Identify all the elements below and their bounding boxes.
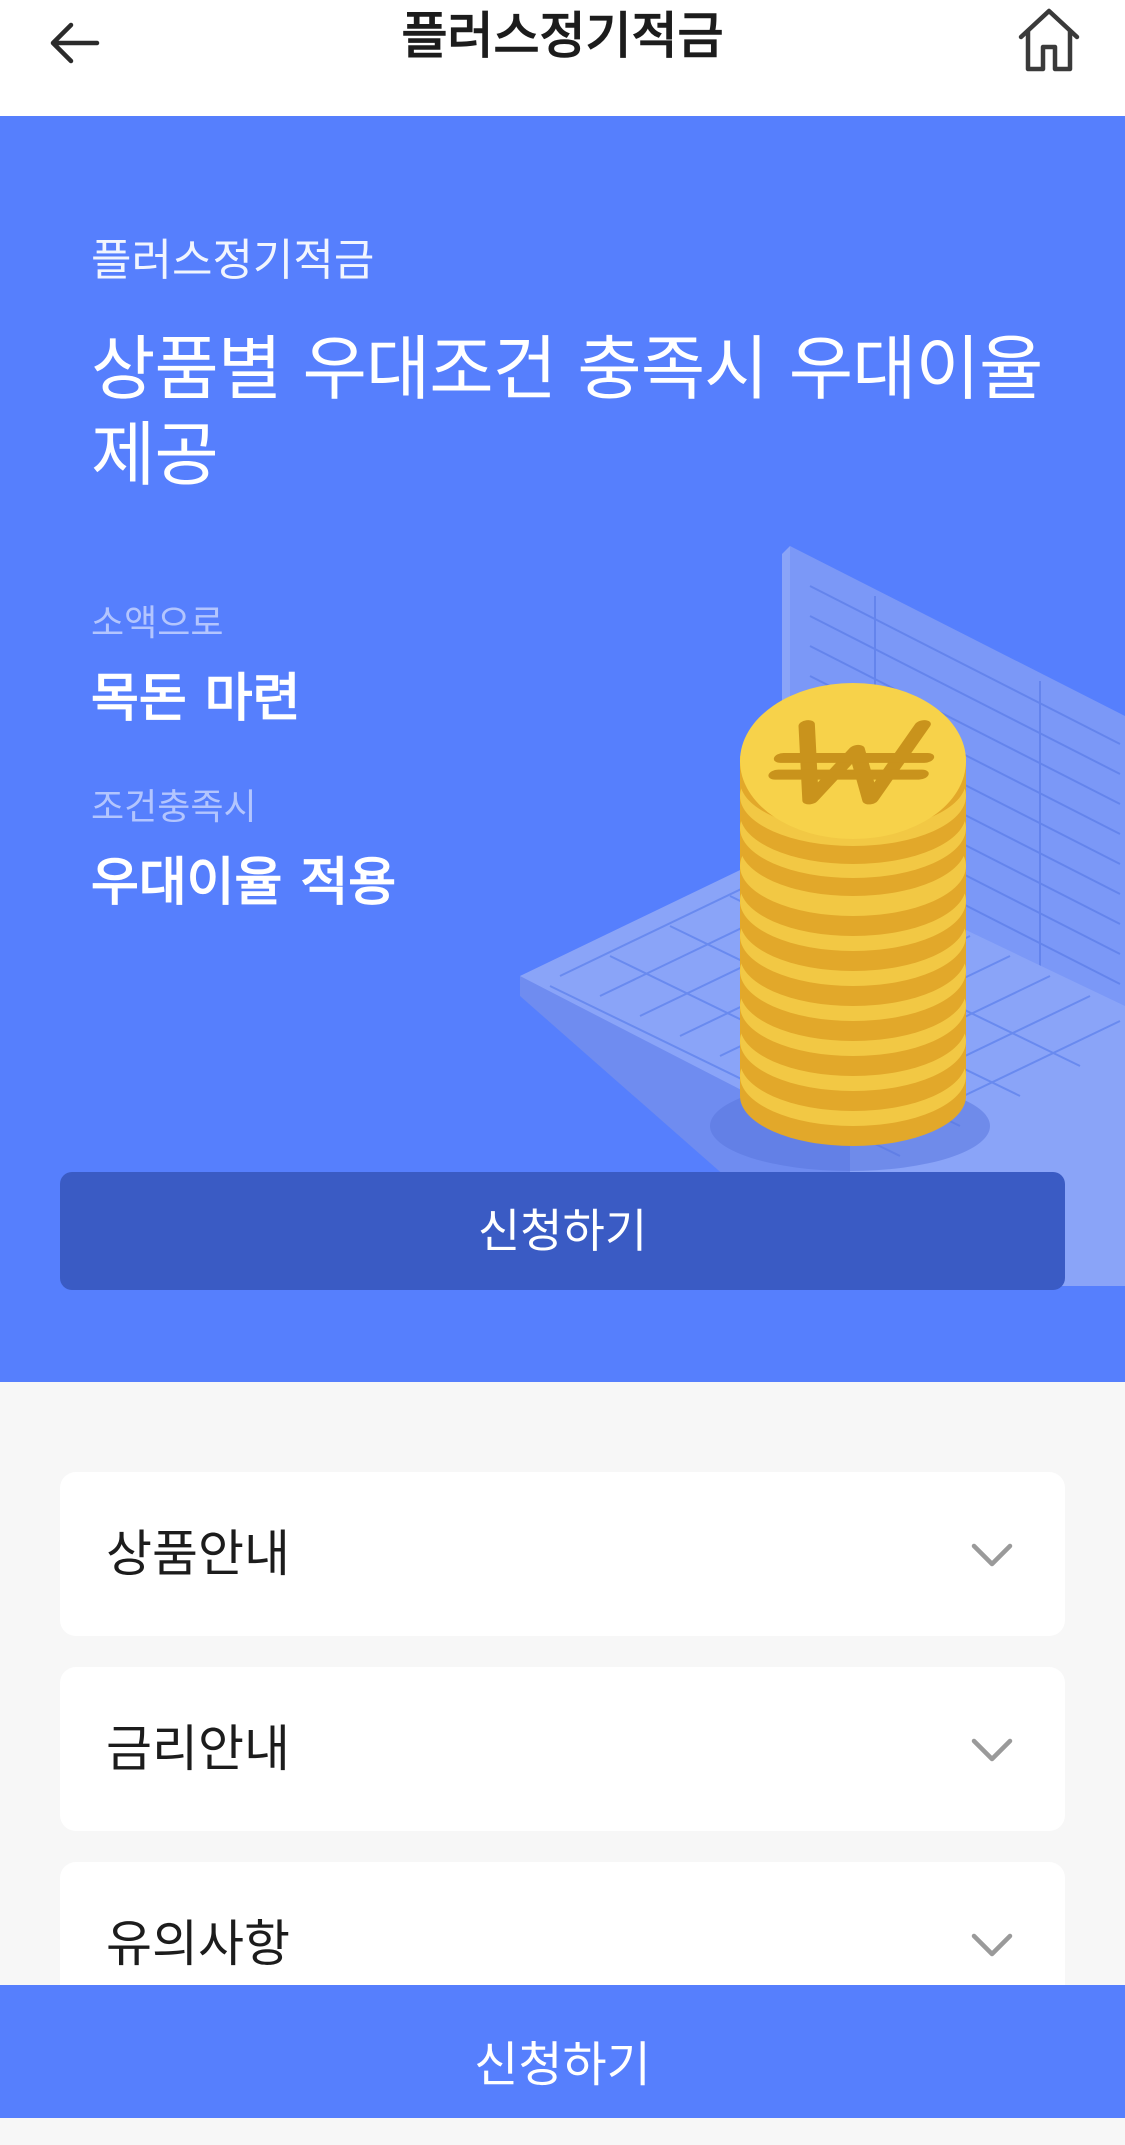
- feature-value: 우대이율 적용: [91, 853, 397, 913]
- top-app-bar: 플러스정기적금: [0, 0, 1125, 116]
- accordion-label: 상품안내: [106, 1525, 290, 1583]
- page-title: 플러스정기적금: [401, 7, 724, 65]
- accordion-interest-info[interactable]: 금리안내: [60, 1667, 1065, 1831]
- accordion-product-info[interactable]: 상품안내: [60, 1472, 1065, 1636]
- chevron-down-icon: [971, 1543, 1013, 1567]
- apply-button[interactable]: 신청하기: [60, 1172, 1065, 1290]
- accordion-label: 금리안내: [106, 1720, 290, 1778]
- chevron-down-icon: [971, 1738, 1013, 1762]
- product-hero: 플러스정기적금 상품별 우대조건 충족시 우대이율 제공 소액으로 목돈 마련 …: [0, 116, 1125, 1382]
- product-headline: 상품별 우대조건 충족시 우대이율 제공: [91, 328, 1043, 496]
- chevron-down-icon: [971, 1933, 1013, 1957]
- feature-label: 조건충족시: [91, 787, 257, 828]
- home-icon: [1018, 8, 1080, 72]
- feature-value: 목돈 마련: [91, 669, 301, 729]
- home-button[interactable]: [1010, 0, 1088, 78]
- feature-label: 소액으로: [91, 603, 224, 644]
- bottom-apply-button[interactable]: 신청하기: [0, 1985, 1125, 2118]
- product-name: 플러스정기적금: [91, 235, 375, 286]
